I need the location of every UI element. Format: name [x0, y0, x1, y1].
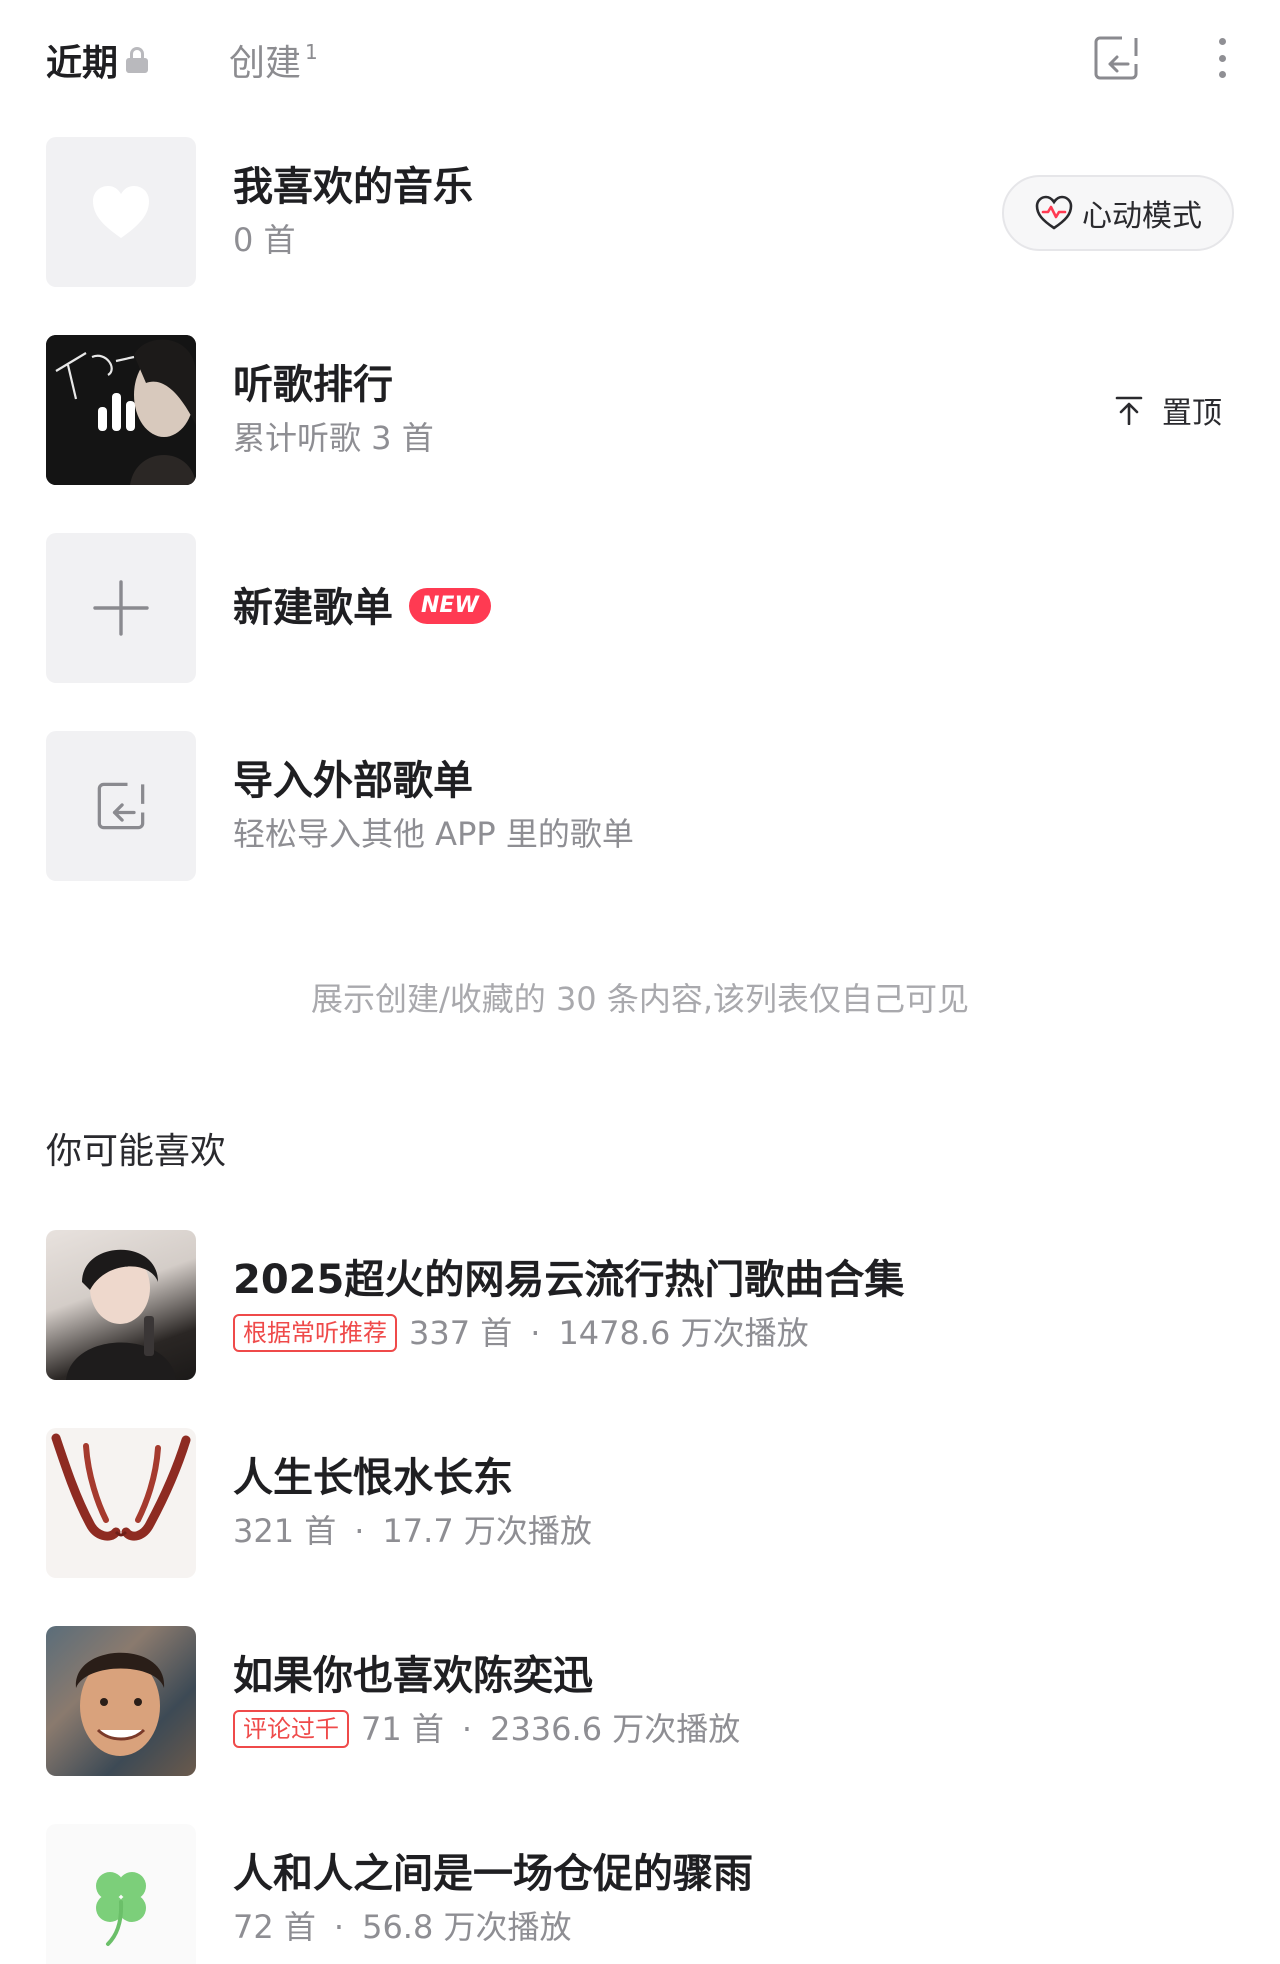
ranking-text: 听歌排行 累计听歌 3 首: [233, 335, 434, 485]
recommend-text: 人和人之间是一场仓促的骤雨 72 首 · 56.8 万次播放: [233, 1824, 753, 1964]
recommend-plays: 17.7 万次播放: [382, 1512, 592, 1550]
heartbeat-icon: [1035, 195, 1073, 230]
heart-icon: [93, 186, 149, 238]
recommend-cover: [46, 1626, 196, 1776]
tab-recent-label: 近期: [46, 43, 119, 84]
recommend-cover: [46, 1428, 196, 1578]
recommend-tag: 评论过千: [233, 1710, 349, 1748]
recommend-text: 如果你也喜欢陈奕迅 评论过千 71 首 · 2336.6 万次播放: [233, 1626, 740, 1776]
import-icon: [97, 782, 145, 830]
recommend-count: 71 首: [361, 1710, 444, 1748]
recommend-text: 人生长恨水长东 321 首 · 17.7 万次播放: [233, 1428, 592, 1578]
recommend-cover: [46, 1824, 196, 1964]
recommend-title: 人生长恨水长东: [233, 1455, 513, 1501]
tab-recent[interactable]: 近期: [46, 34, 149, 86]
pin-top-label: 置顶: [1162, 396, 1222, 431]
import-playlist-text: 导入外部歌单 轻松导入其他 APP 里的歌单: [233, 731, 634, 881]
pin-top-icon: [1115, 396, 1143, 425]
new-badge: NEW: [409, 588, 491, 624]
ranking-title: 听歌排行: [233, 362, 393, 408]
liked-music-text: 我喜欢的音乐 0 首: [233, 137, 473, 287]
list-item-import-playlist[interactable]: 导入外部歌单 轻松导入其他 APP 里的歌单: [46, 731, 1234, 881]
new-playlist-title-line: 新建歌单 NEW: [233, 582, 491, 634]
import-playlist-title: 导入外部歌单: [233, 758, 473, 804]
playlist-tabs: 近期 创建 1: [46, 34, 1234, 86]
recommend-title: 如果你也喜欢陈奕迅: [233, 1653, 593, 1699]
recommend-item[interactable]: 2025超火的网易云流行热门歌曲合集 根据常听推荐 337 首 · 1478.6…: [46, 1230, 1234, 1380]
recommend-plays: 2336.6 万次播放: [490, 1710, 741, 1748]
import-playlist-cover: [46, 731, 196, 881]
list-item-liked-music[interactable]: 我喜欢的音乐 0 首 心动模式: [46, 137, 1234, 287]
lock-icon: [126, 47, 149, 73]
liked-music-count: 0 首: [233, 221, 296, 259]
clover-icon: [96, 1872, 146, 1946]
list-item-new-playlist[interactable]: 新建歌单 NEW: [46, 533, 1234, 683]
recommend-meta: 评论过千 71 首 · 2336.6 万次播放: [233, 1706, 740, 1752]
separator-dot: ·: [530, 1314, 541, 1352]
my-music-page: 近期 创建 1 我喜欢的音乐 0 首 心动模式 听歌排行 累计听歌 3 首 置顶…: [0, 0, 1280, 1964]
recommend-meta: 根据常听推荐 337 首 · 1478.6 万次播放: [233, 1310, 904, 1356]
separator-dot: ·: [333, 1908, 345, 1946]
ranking-cover: [46, 335, 196, 485]
import-icon[interactable]: [1092, 34, 1140, 82]
heart-mode-button[interactable]: 心动模式: [1002, 175, 1234, 251]
recommend-meta: 72 首 · 56.8 万次播放: [233, 1904, 753, 1950]
liked-music-title: 我喜欢的音乐: [233, 164, 473, 210]
heart-mode-label: 心动模式: [1082, 199, 1202, 234]
recommend-tag: 根据常听推荐: [233, 1314, 397, 1352]
recommend-title: 2025超火的网易云流行热门歌曲合集: [233, 1257, 905, 1303]
pin-top-button[interactable]: 置顶: [1114, 385, 1222, 435]
recommend-item[interactable]: 人生长恨水长东 321 首 · 17.7 万次播放: [46, 1428, 1234, 1578]
recommend-cover: [46, 1230, 196, 1380]
list-item-ranking[interactable]: 听歌排行 累计听歌 3 首 置顶: [46, 335, 1234, 485]
tab-created-label: 创建: [229, 43, 302, 84]
tab-created-count: 1: [305, 40, 318, 64]
new-playlist-cover: [46, 533, 196, 683]
separator-dot: ·: [461, 1710, 473, 1748]
recommend-meta: 321 首 · 17.7 万次播放: [233, 1508, 592, 1554]
separator-dot: ·: [354, 1512, 365, 1550]
recommend-section-title: 你可能喜欢: [46, 1131, 227, 1172]
recommend-count: 337 首: [409, 1314, 513, 1352]
import-playlist-subtitle: 轻松导入其他 APP 里的歌单: [233, 815, 634, 853]
plus-icon: [93, 580, 149, 636]
recommend-item[interactable]: 如果你也喜欢陈奕迅 评论过千 71 首 · 2336.6 万次播放: [46, 1626, 1234, 1776]
recommend-plays: 1478.6 万次播放: [558, 1314, 809, 1352]
recommend-plays: 56.8 万次播放: [362, 1908, 572, 1946]
list-footer-note: 展示创建/收藏的 30 条内容,该列表仅自己可见: [310, 980, 970, 1018]
recommend-text: 2025超火的网易云流行热门歌曲合集 根据常听推荐 337 首 · 1478.6…: [233, 1230, 904, 1380]
recommend-title: 人和人之间是一场仓促的骤雨: [233, 1851, 753, 1897]
tab-created[interactable]: 创建 1: [229, 34, 318, 86]
ranking-count: 累计听歌 3 首: [233, 419, 434, 457]
new-playlist-text: 新建歌单 NEW: [233, 533, 491, 683]
recommend-item[interactable]: 人和人之间是一场仓促的骤雨 72 首 · 56.8 万次播放: [46, 1824, 1234, 1964]
more-icon[interactable]: [1206, 34, 1238, 82]
recommend-count: 321 首: [233, 1512, 337, 1550]
new-playlist-title: 新建歌单: [233, 585, 393, 631]
recommend-count: 72 首: [233, 1908, 316, 1946]
liked-music-cover: [46, 137, 196, 287]
